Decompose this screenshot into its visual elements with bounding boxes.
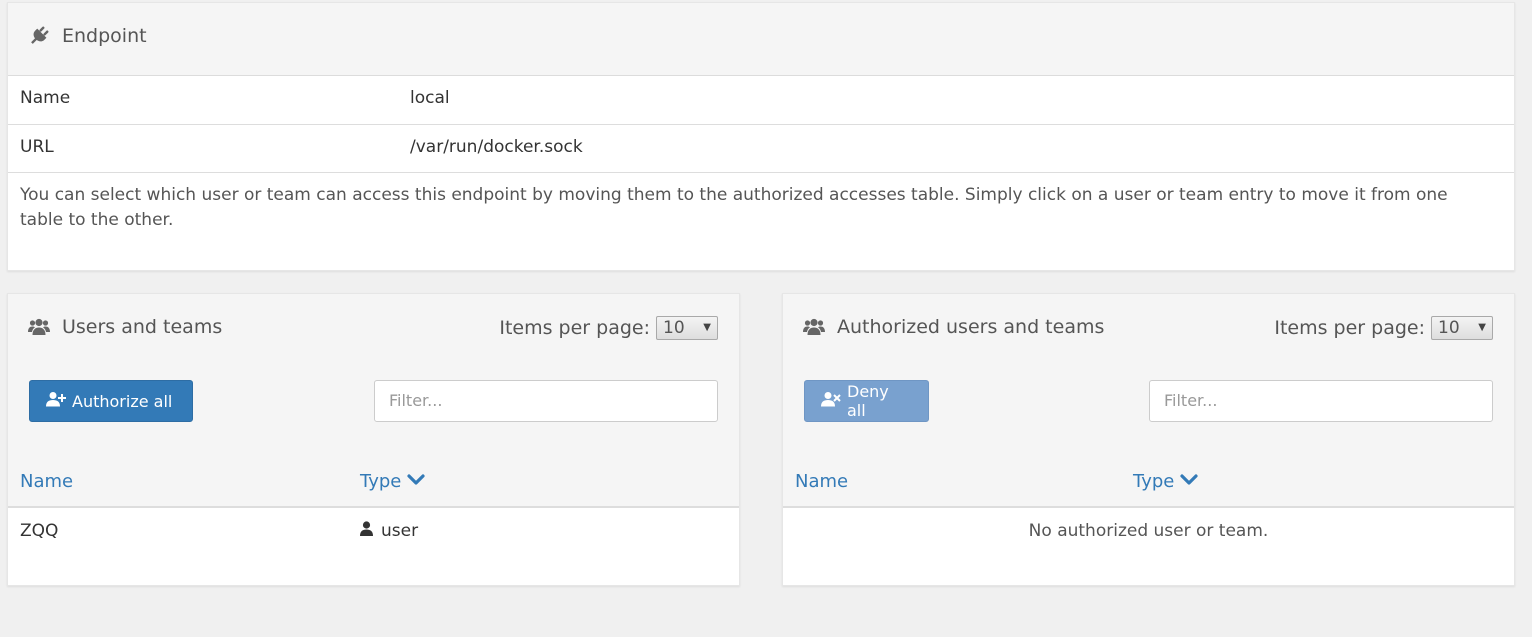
endpoint-description: You can select which user or team can ac… [20,185,1448,230]
authorized-table-header: Name Type [783,458,1514,508]
authorized-col-name[interactable]: Name [795,471,848,492]
users-teams-title-text: Users and teams [62,316,223,338]
authorized-toolbar: Deny all Filter... [783,366,1514,459]
authorize-all-button[interactable]: Authorize all [29,380,193,422]
user-times-icon [821,391,841,411]
endpoint-name-row: Name local [8,75,1514,125]
deny-all-label: Deny all [847,382,889,420]
users-icon [28,317,50,337]
users-table-header: Name Type [8,458,739,508]
endpoint-url-row: URL /var/run/docker.sock [8,124,1514,173]
users-icon [803,317,825,337]
items-per-page-select[interactable]: 10 ▼ [1431,316,1493,340]
endpoint-url-value: /var/run/docker.sock [410,137,583,157]
users-col-name-label: Name [20,471,74,492]
endpoint-header: Endpoint [8,3,1514,76]
chevron-down-icon [1180,471,1198,492]
endpoint-title: Endpoint [28,25,147,47]
user-type: user [360,521,418,541]
authorized-title: Authorized users and teams [803,316,1104,338]
user-plus-icon [46,391,66,411]
authorize-all-label: Authorize all [72,391,173,411]
endpoint-widget: Endpoint Name local URL /var/run/docker.… [7,2,1515,271]
endpoint-url-label: URL [20,137,54,157]
authorized-header: Authorized users and teams Items per pag… [783,294,1514,367]
endpoint-title-text: Endpoint [62,25,147,47]
user-name: ZQQ [20,521,59,541]
users-col-type-label: Type [360,471,402,492]
items-per-page-value: 10 [663,318,685,338]
items-per-page-label: Items per page: [499,317,650,339]
users-filter-input[interactable]: Filter... [374,380,718,422]
users-teams-panel: Users and teams Items per page: 10 ▼ Aut… [7,293,740,586]
plug-icon [28,25,50,47]
users-filter-placeholder: Filter... [389,391,443,410]
empty-message: No authorized user or team. [1028,521,1269,541]
chevron-down-icon [407,471,425,492]
authorized-col-name-label: Name [795,471,849,492]
items-per-page-label: Items per page: [1274,317,1425,339]
authorized-panel: Authorized users and teams Items per pag… [782,293,1515,586]
items-per-page: Items per page: 10 ▼ [499,316,718,340]
deny-all-button[interactable]: Deny all [804,380,929,422]
users-col-name[interactable]: Name [20,471,73,492]
endpoint-name-label: Name [20,88,71,108]
authorized-filter-placeholder: Filter... [1164,391,1218,410]
authorized-col-type[interactable]: Type [1133,471,1198,492]
users-col-type[interactable]: Type [360,471,425,492]
endpoint-name-value: local [410,88,450,108]
users-teams-header: Users and teams Items per page: 10 ▼ [8,294,739,367]
items-per-page-select[interactable]: 10 ▼ [656,316,718,340]
items-per-page-value: 10 [1438,318,1460,338]
authorized-title-text: Authorized users and teams [837,316,1105,338]
items-per-page: Items per page: 10 ▼ [1274,316,1493,340]
users-teams-toolbar: Authorize all Filter... [8,366,739,459]
users-teams-title: Users and teams [28,316,222,338]
authorized-filter-input[interactable]: Filter... [1149,380,1493,422]
user-icon [360,521,373,541]
user-type-text: user [381,521,419,541]
table-row[interactable]: ZQQ user [8,508,739,556]
chevron-down-icon: ▼ [703,322,711,333]
chevron-down-icon: ▼ [1478,322,1486,333]
authorized-col-type-label: Type [1133,471,1175,492]
